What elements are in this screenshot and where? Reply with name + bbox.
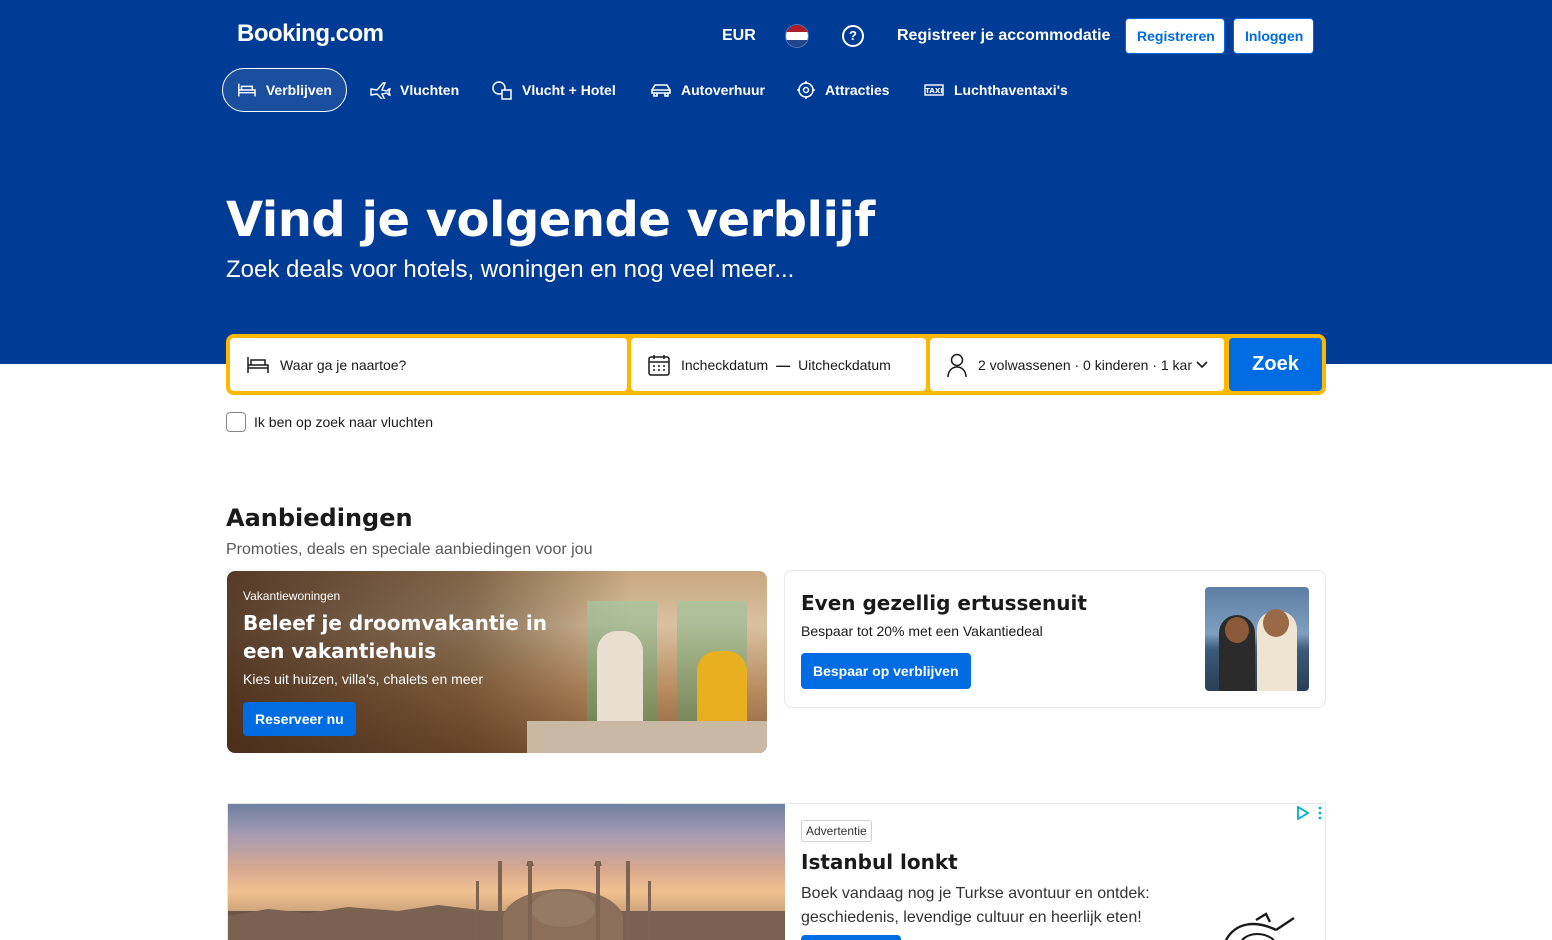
list-property-link[interactable]: Registreer je accommodatie [897, 27, 1110, 45]
couple-photo [1205, 587, 1309, 691]
ad-badge: Advertentie [801, 820, 872, 842]
currency-selector[interactable]: EUR [722, 27, 756, 45]
register-button[interactable]: Registreren [1125, 18, 1225, 54]
destination-field[interactable]: Waar ga je naartoe? [230, 338, 627, 391]
tab-car-rental-label: Autoverhuur [681, 82, 765, 98]
calendar-icon [648, 354, 670, 376]
ad-title: Istanbul lonkt [801, 850, 958, 874]
hero-title: Vind je volgende verblijf [226, 192, 875, 248]
tab-car-rental[interactable]: Autoverhuur [635, 68, 780, 112]
occupancy-text: 2 volwassenen · 0 kinderen · 1 kamer [978, 356, 1192, 373]
person-icon [947, 353, 967, 377]
advertisement-banner[interactable]: Advertentie Istanbul lonkt Boek vandaag … [227, 803, 1326, 940]
booking-logo[interactable]: Booking.com [237, 20, 384, 48]
deal-title: Even gezellig ertussenuit [801, 591, 1087, 615]
tab-stays[interactable]: Verblijven [222, 68, 347, 112]
offers-title: Aanbiedingen [226, 504, 413, 532]
card-image-table [527, 721, 767, 753]
tab-flights-label: Vluchten [400, 82, 460, 98]
book-now-button[interactable]: Reserveer nu [243, 702, 356, 736]
help-icon[interactable]: ? [842, 25, 864, 47]
istanbul-skyline-image [228, 804, 785, 940]
offer-subtitle: Kies uit huizen, villa's, chalets en mee… [243, 671, 484, 687]
search-button[interactable]: Zoek [1229, 338, 1322, 391]
adchoices-icon[interactable] [1296, 806, 1310, 820]
tab-stays-label: Verblijven [265, 82, 332, 98]
offer-title: Beleef je droomvakantie in een vakantieh… [243, 611, 547, 663]
hero-background [0, 0, 1552, 364]
ad-choices[interactable] [1296, 806, 1324, 820]
advertiser-logo [1224, 912, 1295, 940]
checkout-date: Uitcheckdatum [798, 356, 891, 373]
search-bar: Waar ga je naartoe? Incheckdatum — Uitch… [226, 334, 1326, 395]
tab-flights[interactable]: Vluchten [354, 68, 474, 112]
vacation-home-offer-card[interactable]: Vakantiewoningen Beleef je droomvakantie… [227, 571, 767, 753]
flights-checkbox[interactable] [226, 412, 246, 432]
flights-checkbox-label: Ik ben op zoek naar vluchten [254, 414, 434, 430]
tab-airport-taxis-label: Luchthaventaxi's [954, 82, 1068, 98]
occupancy-field[interactable]: 2 volwassenen · 0 kinderen · 1 kamer [930, 338, 1224, 391]
tab-flight-hotel-label: Vlucht + Hotel [522, 82, 616, 98]
car-icon [651, 84, 671, 97]
bed-icon [238, 83, 256, 97]
more-options-icon[interactable] [1316, 806, 1324, 820]
offer-tag: Vakantiewoningen [243, 589, 341, 603]
plane-icon [370, 82, 391, 99]
getaway-deal-card[interactable]: Even gezellig ertussenuit Bespaar tot 20… [784, 570, 1326, 708]
login-button[interactable]: Inloggen [1233, 18, 1314, 54]
attractions-icon [797, 81, 815, 99]
ad-text: Boek vandaag nog je Turkse avontuur en o… [801, 885, 1150, 926]
chevron-down-icon [1196, 360, 1208, 368]
date-picker-field[interactable]: Incheckdatum — Uitcheckdatum [631, 338, 926, 391]
date-separator: — [776, 356, 791, 373]
save-on-stays-button[interactable]: Bespaar op verblijven [801, 653, 971, 689]
taxi-icon: TAXI [924, 84, 944, 96]
tab-airport-taxis[interactable]: TAXI Luchthaventaxi's [908, 68, 1083, 112]
checkin-date: Incheckdatum [681, 356, 769, 373]
tab-attractions-label: Attracties [825, 82, 890, 98]
ad-cta-button[interactable] [801, 935, 901, 940]
offers-subtitle: Promoties, deals en speciale aanbiedinge… [226, 541, 593, 558]
flights-checkbox-row[interactable]: Ik ben op zoek naar vluchten [226, 412, 433, 432]
tab-flight-hotel[interactable]: Vlucht + Hotel [476, 68, 631, 112]
tab-attractions[interactable]: Attracties [781, 68, 905, 112]
destination-placeholder: Waar ga je naartoe? [280, 356, 407, 373]
hero-subtitle: Zoek deals voor hotels, woningen en nog … [226, 256, 795, 283]
deal-subtitle: Bespaar tot 20% met een Vakantiedeal [801, 623, 1043, 639]
svg-text:TAXI: TAXI [925, 87, 943, 95]
flight-hotel-icon [492, 81, 512, 100]
bed-icon [247, 356, 269, 373]
language-flag-icon[interactable] [785, 24, 809, 48]
